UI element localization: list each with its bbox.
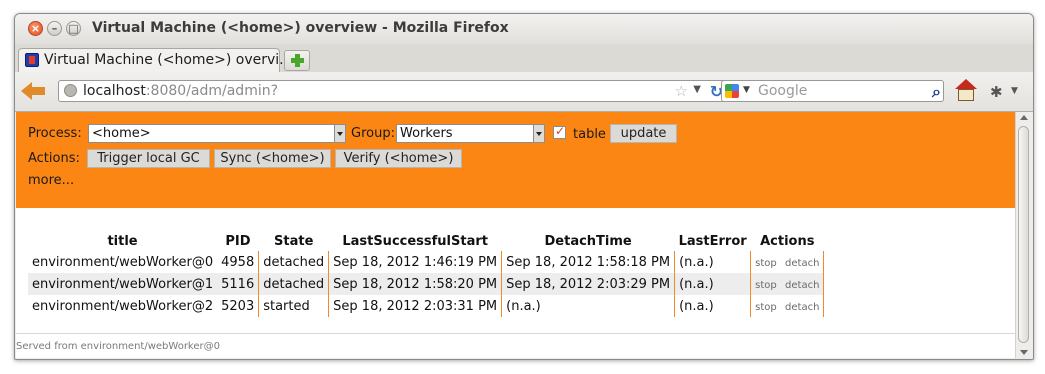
- cell-pid: 4958: [217, 251, 260, 273]
- table-row: environment/webWorker@2 5203 started Sep…: [28, 295, 825, 317]
- column-header-actions: Actions: [760, 234, 815, 249]
- cell-title: environment/webWorker@1: [28, 273, 218, 295]
- cell-last-start: Sep 18, 2012 1:46:19 PM: [328, 251, 503, 273]
- back-arrow-icon[interactable]: [21, 79, 47, 103]
- cell-last-error: (n.a.): [674, 251, 752, 273]
- url-bar[interactable]: localhost:8080/adm/admin? ☆ ▼ ↻: [58, 80, 729, 102]
- footer-text: Served from environment/webWorker@0: [16, 341, 220, 352]
- column-header-pid: PID: [225, 234, 251, 249]
- title-bar: × – □ Virtual Machine (<home>) overview …: [15, 14, 1033, 44]
- cell-last-error: (n.a.): [674, 295, 752, 317]
- stop-link[interactable]: stop: [755, 302, 777, 313]
- close-window-button[interactable]: ×: [28, 21, 43, 36]
- process-label: Process:: [28, 126, 82, 141]
- cell-state: detached: [258, 251, 330, 273]
- workers-table: title PID State LastSuccessfulStart Deta…: [28, 232, 825, 317]
- cell-detach-time: Sep 18, 2012 1:58:18 PM: [501, 251, 676, 273]
- group-label: Group:: [351, 126, 395, 141]
- firebug-icon[interactable]: ✱: [990, 83, 1003, 101]
- firebug-dropdown-icon[interactable]: ▼: [1011, 86, 1018, 96]
- sync-button[interactable]: Sync (<home>): [214, 149, 331, 168]
- home-icon[interactable]: [954, 79, 978, 103]
- footer-divider: [16, 333, 1015, 334]
- url-text[interactable]: localhost:8080/adm/admin?: [83, 83, 278, 99]
- search-engine-dropdown-icon[interactable]: ▼: [743, 85, 750, 95]
- cell-title: environment/webWorker@2: [32, 298, 214, 314]
- detach-link[interactable]: detach: [785, 258, 819, 269]
- browser-window: × – □ Virtual Machine (<home>) overview …: [14, 13, 1034, 360]
- table-checkbox-label: table: [573, 127, 606, 142]
- cell-state: detached: [258, 273, 330, 295]
- tab-strip: Virtual Machine (<home>) overvi...: [15, 44, 1033, 72]
- window-title: Virtual Machine (<home>) overview - Mozi…: [92, 20, 509, 36]
- cell-actions: stop detach: [750, 251, 825, 273]
- scroll-up-arrow-icon[interactable]: [1020, 115, 1028, 120]
- control-panel: Process: <home> Group: Workers table upd…: [16, 112, 1015, 208]
- cell-detach-time: Sep 18, 2012 2:03:29 PM: [501, 273, 676, 295]
- group-select[interactable]: Workers: [396, 124, 545, 143]
- verify-button[interactable]: Verify (<home>): [335, 149, 462, 168]
- cell-last-error: (n.a.): [674, 273, 752, 295]
- column-header-detach-time: DetachTime: [544, 234, 632, 249]
- stop-link[interactable]: stop: [755, 258, 777, 269]
- table-row: environment/webWorker@1 5116 detached Se…: [28, 273, 825, 295]
- column-header-last-error: LastError: [678, 234, 747, 249]
- more-link[interactable]: more...: [28, 173, 74, 188]
- cell-actions: stop detach: [750, 295, 825, 317]
- tab-title: Virtual Machine (<home>) overvi...: [44, 52, 293, 68]
- search-magnifier-icon[interactable]: ⌕: [932, 82, 941, 102]
- group-dropdown-arrow-icon: [533, 125, 544, 142]
- detach-link[interactable]: detach: [785, 302, 819, 313]
- trigger-local-gc-button[interactable]: Trigger local GC: [87, 149, 210, 168]
- cell-last-start: Sep 18, 2012 1:58:20 PM: [328, 273, 503, 295]
- cell-state: started: [258, 295, 330, 317]
- site-favicon-icon: [25, 53, 39, 67]
- cell-last-start: Sep 18, 2012 2:03:31 PM: [328, 295, 503, 317]
- navigation-toolbar: localhost:8080/adm/admin? ☆ ▼ ↻ ▼ Google…: [15, 72, 1033, 112]
- cell-actions: stop detach: [750, 273, 825, 295]
- actions-label: Actions:: [28, 151, 80, 166]
- search-input[interactable]: Google: [758, 83, 807, 99]
- maximize-window-button[interactable]: □: [66, 21, 81, 36]
- scroll-down-arrow-icon[interactable]: [1020, 350, 1028, 355]
- page-content: Process: <home> Group: Workers table upd…: [16, 112, 1015, 358]
- stop-link[interactable]: stop: [755, 280, 777, 291]
- search-bar[interactable]: ▼ Google ⌕: [721, 80, 944, 102]
- tab-vm-overview[interactable]: Virtual Machine (<home>) overvi...: [18, 48, 293, 72]
- update-button[interactable]: update: [610, 124, 677, 143]
- bookmark-star-icon[interactable]: ☆: [675, 82, 688, 100]
- cell-title: environment/webWorker@0: [32, 254, 214, 270]
- detach-link[interactable]: detach: [785, 280, 819, 291]
- column-header-title: title: [107, 234, 138, 249]
- process-select[interactable]: <home>: [88, 124, 346, 143]
- google-icon[interactable]: [725, 84, 739, 98]
- url-history-dropdown-icon[interactable]: ▼: [693, 84, 701, 95]
- globe-icon: [64, 84, 77, 97]
- column-header-state: State: [274, 234, 314, 249]
- new-tab-plus-icon[interactable]: [284, 50, 310, 71]
- table-header-row: title PID State LastSuccessfulStart Deta…: [28, 232, 824, 251]
- process-dropdown-arrow-icon: [334, 125, 345, 142]
- cell-detach-time: (n.a.): [501, 295, 676, 317]
- scrollbar-thumb[interactable]: [1018, 126, 1029, 343]
- vertical-scrollbar[interactable]: [1015, 112, 1032, 358]
- cell-pid: 5116: [217, 273, 260, 295]
- column-header-last-successful-start: LastSuccessfulStart: [342, 234, 488, 249]
- table-checkbox[interactable]: [553, 124, 566, 139]
- minimize-window-button[interactable]: –: [47, 21, 62, 36]
- table-row: environment/webWorker@0 4958 detached Se…: [28, 251, 825, 273]
- cell-pid: 5203: [217, 295, 260, 317]
